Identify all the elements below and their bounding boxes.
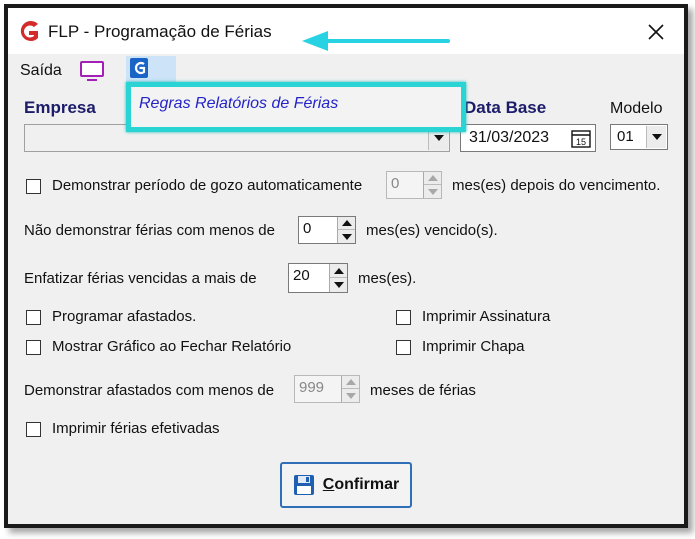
imprimir-chapa-label: Imprimir Chapa	[422, 338, 525, 355]
spin-up-button[interactable]	[338, 217, 355, 230]
g-menu-button[interactable]	[126, 56, 176, 82]
nao-demonstrar-spinner[interactable]: 0	[298, 216, 356, 244]
afastados-label: Demonstrar afastados com menos de	[24, 382, 275, 399]
demonstrar-periodo-checkbox[interactable]	[26, 179, 41, 194]
demonstrar-periodo-suffix: mes(es) depois do vencimento.	[452, 177, 661, 194]
imprimir-assinatura-label: Imprimir Assinatura	[422, 308, 551, 325]
g-menu-icon	[130, 58, 148, 78]
close-icon	[648, 24, 664, 40]
window-title: FLP - Programação de Férias	[48, 22, 272, 41]
imprimir-efetivadas-label: Imprimir férias efetivadas	[52, 420, 220, 437]
modelo-combo[interactable]: 01	[610, 124, 668, 150]
mostrar-grafico-label: Mostrar Gráfico ao Fechar Relatório	[52, 338, 292, 355]
afastados-suffix: meses de férias	[370, 382, 476, 399]
data-base-value: 31/03/2023	[469, 129, 550, 146]
imprimir-efetivadas-checkbox[interactable]	[26, 422, 41, 437]
spin-up-button[interactable]	[424, 172, 441, 185]
demonstrar-periodo-value: 0	[391, 175, 400, 192]
monitor-icon[interactable]	[78, 60, 106, 82]
dropdown-menu-highlight: Regras Relatórios de Férias	[126, 82, 466, 132]
chevron-down-icon	[433, 135, 444, 141]
mostrar-grafico-checkbox[interactable]	[26, 340, 41, 355]
annotation-arrow-icon	[302, 31, 450, 51]
calendar-icon[interactable]: 15	[571, 129, 591, 149]
imprimir-chapa-checkbox[interactable]	[396, 340, 411, 355]
menu-saida[interactable]: Saída	[20, 62, 62, 80]
menu-item-regras-relatorios[interactable]: Regras Relatórios de Férias	[139, 95, 338, 113]
afastados-spinner[interactable]: 999	[294, 375, 360, 403]
spin-down-button[interactable]	[342, 389, 359, 402]
nao-demonstrar-label: Não demonstrar férias com menos de	[24, 222, 275, 239]
chevron-down-icon	[651, 134, 662, 140]
modelo-value: 01	[617, 128, 634, 145]
spin-up-button[interactable]	[342, 376, 359, 389]
modelo-label: Modelo	[610, 100, 663, 117]
spin-down-button[interactable]	[424, 185, 441, 198]
enfatizar-value: 20	[293, 267, 310, 284]
spin-up-button[interactable]	[330, 264, 347, 278]
g-logo-icon	[20, 21, 38, 41]
svg-text:15: 15	[576, 137, 586, 147]
enfatizar-suffix: mes(es).	[358, 270, 417, 287]
floppy-disk-icon	[293, 475, 314, 495]
spin-down-button[interactable]	[338, 230, 355, 243]
imprimir-assinatura-checkbox[interactable]	[396, 310, 411, 325]
enfatizar-label: Enfatizar férias vencidas a mais de	[24, 270, 257, 287]
demonstrar-periodo-spinner[interactable]: 0	[386, 171, 442, 199]
nao-demonstrar-suffix: mes(es) vencido(s).	[366, 222, 498, 239]
spin-down-button[interactable]	[330, 278, 347, 292]
data-base-label: Data Base	[464, 98, 547, 117]
dialog-window: FLP - Programação de Férias Saída Empres…	[4, 4, 688, 528]
demonstrar-periodo-label: Demonstrar período de gozo automaticamen…	[52, 177, 363, 194]
modelo-dropdown-arrow[interactable]	[646, 126, 666, 148]
afastados-value: 999	[299, 379, 325, 396]
confirmar-button[interactable]: Confirmar	[280, 462, 412, 508]
programar-afastados-label: Programar afastados.	[52, 308, 197, 325]
confirmar-label: Confirmar	[322, 476, 400, 493]
programar-afastados-checkbox[interactable]	[26, 310, 41, 325]
data-base-field[interactable]: 31/03/2023 15	[460, 124, 596, 152]
close-button[interactable]	[642, 18, 670, 46]
nao-demonstrar-value: 0	[303, 220, 312, 237]
empresa-label: Empresa	[24, 98, 96, 117]
enfatizar-spinner[interactable]: 20	[288, 263, 348, 293]
